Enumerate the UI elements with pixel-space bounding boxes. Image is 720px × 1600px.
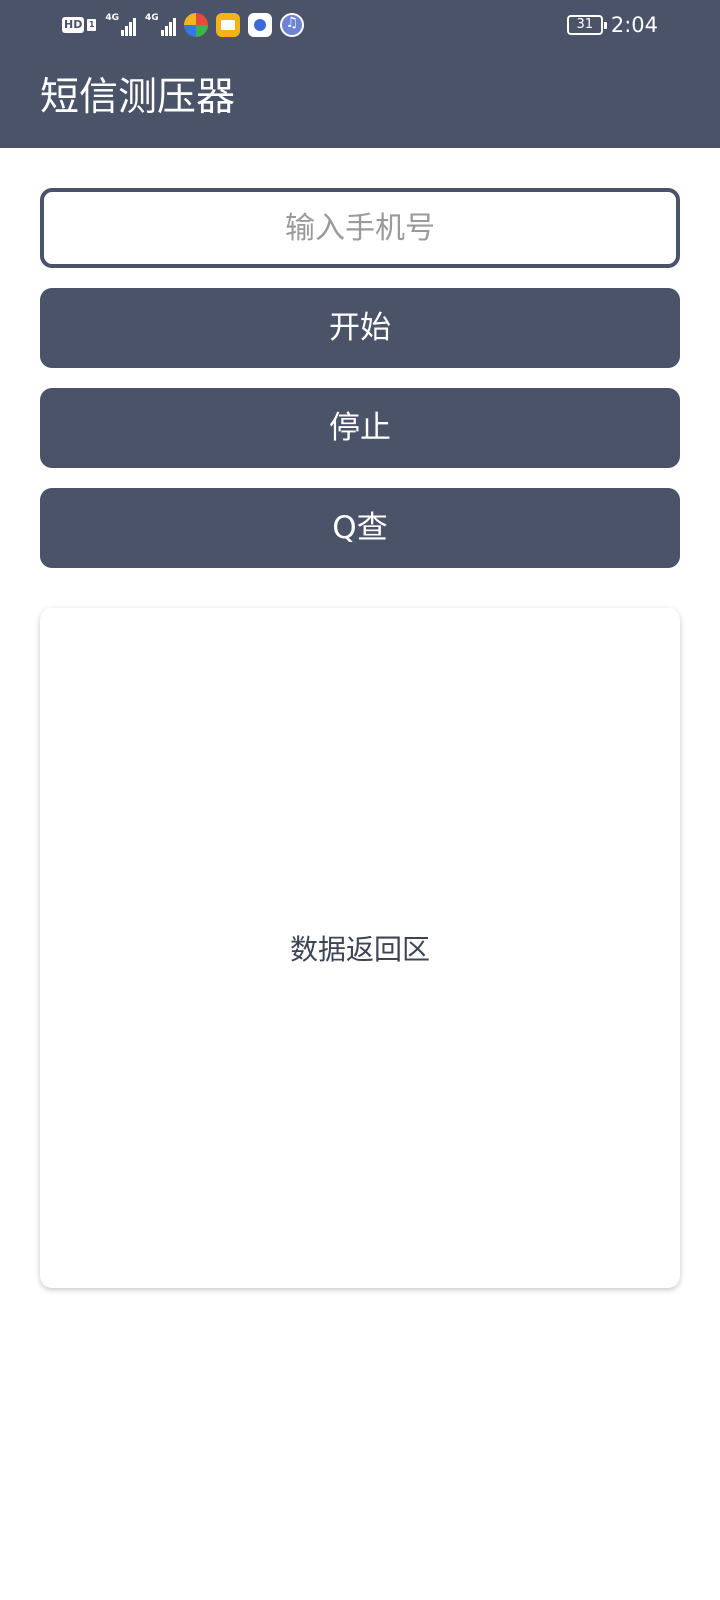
app-header: HD 1 4G 4G 31 2:04 短信测压器: [0, 0, 720, 148]
hd-label: HD: [62, 17, 85, 33]
status-bar-left: HD 1 4G 4G: [62, 12, 304, 38]
network-type-label: 4G: [105, 13, 119, 23]
music-app-icon: [279, 13, 304, 37]
network-type-label: 4G: [145, 13, 159, 23]
mail-app-icon: [215, 13, 240, 37]
signal-icon-sim1: 4G: [105, 14, 136, 36]
colorful-circle-app-icon: [183, 13, 208, 37]
stop-button[interactable]: 停止: [40, 388, 680, 468]
signal-icon-sim2: 4G: [145, 14, 176, 36]
baidu-app-icon: [247, 13, 272, 37]
result-placeholder: 数据返回区: [289, 933, 430, 966]
app-title: 短信测压器: [40, 75, 236, 120]
status-clock: 2:04: [610, 13, 658, 37]
hd-voice-indicator: HD 1: [62, 17, 97, 33]
start-button[interactable]: 开始: [40, 288, 680, 368]
result-area: 数据返回区: [40, 608, 680, 1288]
status-bar-right: 31 2:04: [566, 11, 658, 39]
sim-label: 1: [87, 19, 97, 31]
phone-number-input[interactable]: [40, 188, 680, 268]
query-button[interactable]: Q查: [40, 488, 680, 568]
battery-icon: 31: [566, 15, 607, 35]
